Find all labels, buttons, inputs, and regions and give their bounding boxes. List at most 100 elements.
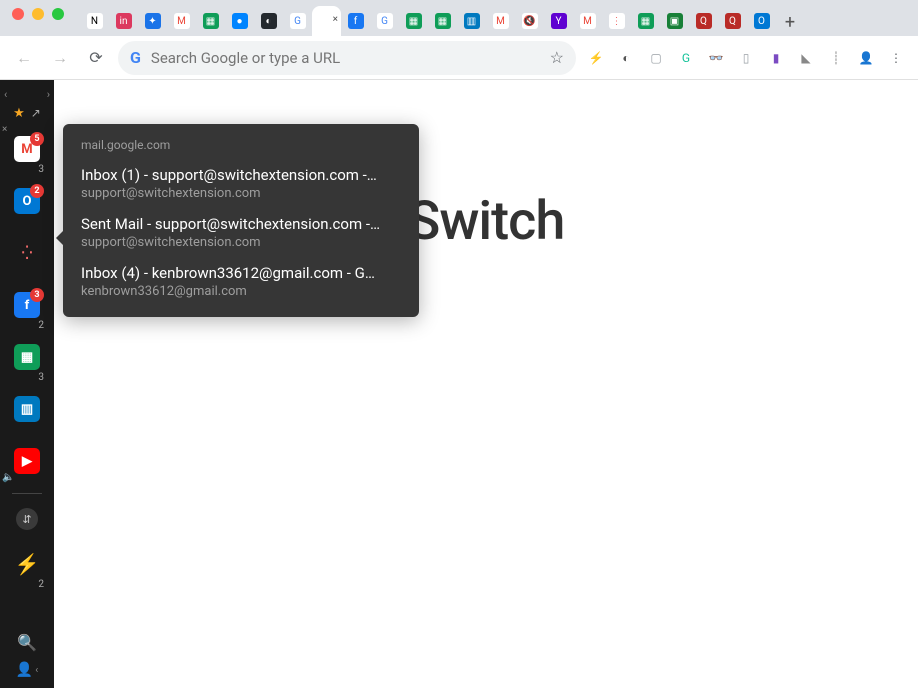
sheets-icon: ▦ [14,344,40,370]
invision-favicon: in [116,13,132,29]
asana-favicon: ⋮ [609,13,625,29]
sidebar-nav-prev[interactable]: ‹ [4,88,7,101]
sidebar-item-gmail[interactable]: M53 [8,125,46,173]
tab-gmail3[interactable]: M [573,6,602,36]
subcount: 2 [38,320,44,331]
popup-item[interactable]: Inbox (1) - support@switchextension.com … [81,166,401,201]
sheets2-favicon: ▦ [406,13,422,29]
sidebar-expand-button[interactable]: ⇵ [16,508,38,530]
address-bar[interactable]: G ☆ [118,41,576,75]
window-maximize-button[interactable] [52,8,64,20]
outlook-favicon: O [754,13,770,29]
page-title: Switch [408,190,565,253]
sheets4-favicon: ▦ [638,13,654,29]
sidebar-item-outlook[interactable]: O2 [8,177,46,225]
ext-ext4[interactable]: 👓 [704,46,728,70]
sidebar-item-switch[interactable]: ⚡ 2 [8,540,46,588]
tab-app[interactable]: ▣ [660,6,689,36]
tab-notion[interactable]: N [80,6,109,36]
popup-item[interactable]: Inbox (4) - kenbrown33612@gmail.com - G…… [81,264,401,299]
app-favicon: ▣ [667,13,683,29]
ext-ext2[interactable]: ▢ [644,46,668,70]
badge: 3 [30,288,44,302]
sidebar-item-facebook[interactable]: f32 [8,281,46,329]
tab-quora[interactable]: Q [689,6,718,36]
tab-google[interactable]: G [283,6,312,36]
sidebar-close-icon[interactable]: × [2,124,7,135]
forward-button[interactable]: → [46,44,74,72]
window-close-button[interactable] [12,8,24,20]
sidebar-nav-next[interactable]: › [47,88,50,101]
tab-sheets3[interactable]: ▦ [428,6,457,36]
tab-invision[interactable]: in [109,6,138,36]
messenger-favicon: ● [232,13,248,29]
ext-switch-ext[interactable]: ⚡ [584,46,608,70]
outlook-icon: O2 [14,188,40,214]
sheets-favicon: ▦ [203,13,219,29]
back-button[interactable]: ← [10,44,38,72]
tab-switch[interactable]: × [312,6,341,36]
sidebar-item-asana[interactable]: ⁛ [8,229,46,277]
extension-row: ⚡◐▢G👓▯▮◣┊👤⋮ [584,46,908,70]
quora2-favicon: Q [725,13,741,29]
tab-outlook[interactable]: O [747,6,776,36]
sheets3-favicon: ▦ [435,13,451,29]
tab-yahoo[interactable]: Y [544,6,573,36]
tab-asana[interactable]: ⋮ [602,6,631,36]
new-tab-button[interactable]: + [776,8,804,36]
tab-messenger[interactable]: ● [225,6,254,36]
google-search-icon: G [130,48,141,67]
tab-sheets[interactable]: ▦ [196,6,225,36]
tab-google2[interactable]: G [370,6,399,36]
volume-icon[interactable]: 🔈 [2,472,14,483]
popup-arrow [56,230,64,246]
trello-icon: ▥ [14,396,40,422]
sidebar-item-trello[interactable]: ▥ [8,385,46,433]
popup-item-title: Sent Mail - support@switchextension.com … [81,215,401,233]
ext-ext5[interactable]: ▯ [734,46,758,70]
tab-trello[interactable]: ▥ [457,6,486,36]
extension-favicon: ✦ [145,13,161,29]
bookmark-star-icon[interactable]: ☆ [550,48,564,67]
sidebar-user-icon[interactable]: 👤 [16,662,33,678]
popup-header: mail.google.com [81,138,401,152]
ext-ext1[interactable]: ◐ [614,46,638,70]
ext-grammarly[interactable]: G [674,46,698,70]
tab-facebook[interactable]: f [341,6,370,36]
facebook-favicon: f [348,13,364,29]
notion-favicon: N [87,13,103,29]
star-icon[interactable]: ★ [13,106,25,121]
yahoo-favicon: Y [551,13,567,29]
browser-toolbar: ← → ⟳ G ☆ ⚡◐▢G👓▯▮◣┊👤⋮ [0,36,918,80]
reload-button[interactable]: ⟳ [82,44,110,72]
ext-ext7[interactable]: ◣ [794,46,818,70]
github-favicon: ◐ [261,13,277,29]
tab-muted[interactable]: 🔇 [515,6,544,36]
url-input[interactable] [151,49,540,67]
tab-gmail[interactable]: M [167,6,196,36]
sidebar-item-sheets[interactable]: ▦3 [8,333,46,381]
popup-item-title: Inbox (4) - kenbrown33612@gmail.com - G… [81,264,401,282]
popup-item-subtitle: support@switchextension.com [81,186,401,201]
gmail-icon: M5 [14,136,40,162]
quora-favicon: Q [696,13,712,29]
tab-github[interactable]: ◐ [254,6,283,36]
tab-quora2[interactable]: Q [718,6,747,36]
muted-favicon: 🔇 [522,13,538,29]
open-external-icon[interactable]: ↗ [31,106,41,121]
tab-sheets2[interactable]: ▦ [399,6,428,36]
tab-gmail2[interactable]: M [486,6,515,36]
ext-ext6[interactable]: ▮ [764,46,788,70]
tab-close-icon[interactable]: × [333,14,338,25]
ext-ext8[interactable]: ┊ [824,46,848,70]
sidebar-search-icon[interactable]: 🔍 [17,633,37,652]
ext-profile[interactable]: 👤 [854,46,878,70]
tab-sheets4[interactable]: ▦ [631,6,660,36]
tab-extension[interactable]: ✦ [138,6,167,36]
trello-favicon: ▥ [464,13,480,29]
ext-menu[interactable]: ⋮ [884,46,908,70]
gmail-favicon: M [174,13,190,29]
window-minimize-button[interactable] [32,8,44,20]
sidebar-user-caret[interactable]: ‹ [35,665,38,676]
popup-item[interactable]: Sent Mail - support@switchextension.com … [81,215,401,250]
